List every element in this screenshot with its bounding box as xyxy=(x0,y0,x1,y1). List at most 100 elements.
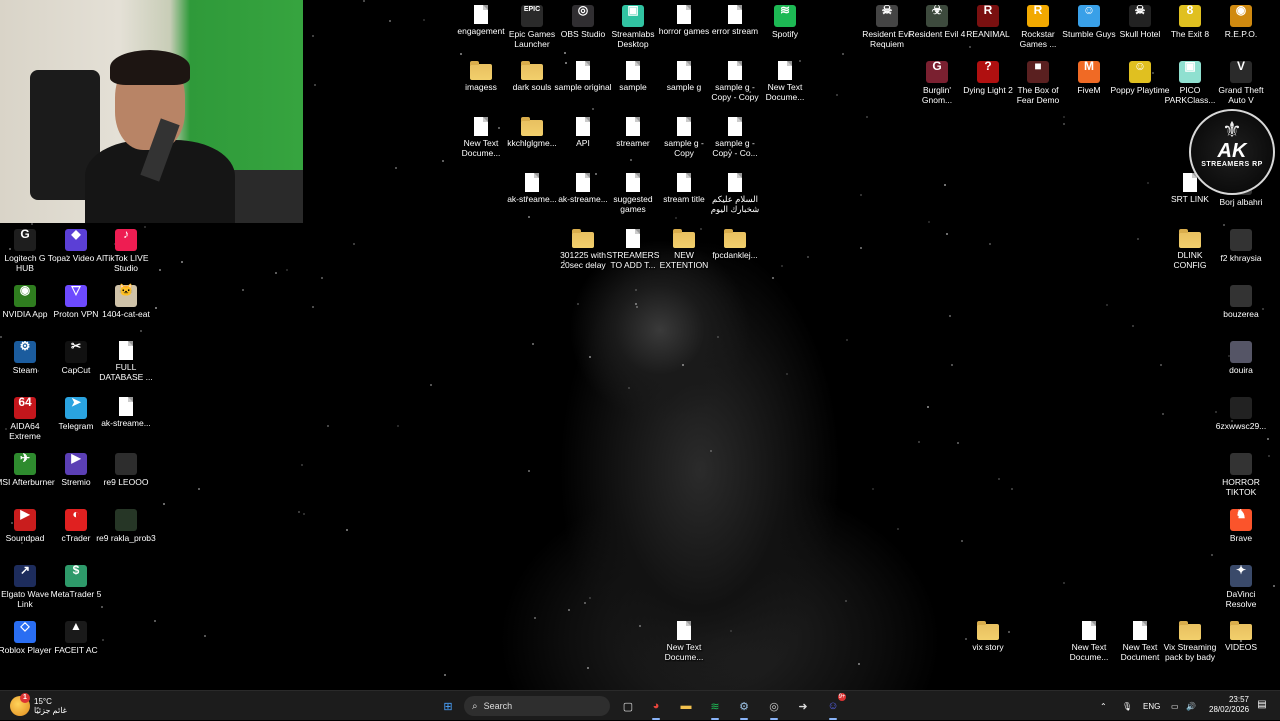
msi-icon: ✈ xyxy=(14,452,36,475)
star xyxy=(568,608,571,611)
star xyxy=(872,487,875,490)
clock[interactable]: 23:57 28/02/2026 xyxy=(1209,695,1249,715)
image-icon xyxy=(1230,453,1252,475)
star xyxy=(845,600,848,602)
topaz-icon: ◆ xyxy=(65,228,87,251)
desktop-icon[interactable]: sample g - Copy - Co... xyxy=(704,114,766,158)
desktop-icon[interactable]: New Text Docume... xyxy=(653,618,715,662)
rockstar-icon: R xyxy=(1027,4,1049,27)
star xyxy=(860,246,863,249)
steam-icon[interactable]: ⚙ xyxy=(734,696,754,720)
desktop-icon[interactable]: السلام عليكم شخبارك اليوم xyxy=(704,170,766,214)
network-icon[interactable]: ▭ xyxy=(1171,691,1179,721)
start-button[interactable]: ⊞ xyxy=(438,696,458,716)
star xyxy=(443,674,446,677)
star xyxy=(1062,123,1065,126)
desktop-icon[interactable]: f2 khraysia xyxy=(1210,226,1272,263)
star xyxy=(943,184,946,187)
obs-icon[interactable]: ◎ xyxy=(764,696,784,720)
star xyxy=(153,620,156,623)
image-icon xyxy=(115,453,137,475)
discord-badge: 9+ xyxy=(838,693,846,701)
task-view-icon[interactable]: ▢ xyxy=(618,696,638,716)
desktop-icon-label: bouzerea xyxy=(1223,309,1259,319)
ak-logo-subtitle: STREAMERS RP xyxy=(1201,161,1263,168)
notifications-icon[interactable]: ▤ xyxy=(1256,699,1268,711)
desktop-icon[interactable]: 🐱 1404-cat-eat xyxy=(95,282,157,319)
desktop: G Logitech G HUB ◆ Topaz Video AI ♪ TikTok LI… xyxy=(0,0,1280,690)
clock-date: 28/02/2026 xyxy=(1209,705,1250,714)
taskbar: 1 15°C غائم جزئيًا ⊞ ⌕ Search ▢ ◕ ▬ ≋ ⚙ … xyxy=(0,690,1280,720)
file-explorer-icon[interactable]: ▬ xyxy=(676,696,696,716)
image-icon xyxy=(115,509,137,531)
folder-icon xyxy=(470,61,492,80)
desktop-icon[interactable]: ♞ Brave xyxy=(1210,506,1272,543)
desktop-icon[interactable]: douira xyxy=(1210,338,1272,375)
desktop-icon[interactable]: fpcdanklej... xyxy=(704,226,766,260)
star xyxy=(275,271,278,274)
star xyxy=(1063,581,1066,584)
app-arrow-icon[interactable]: ➜ xyxy=(793,696,813,716)
star xyxy=(636,305,639,308)
desktop-icon[interactable]: FULL DATABASE ... xyxy=(95,338,157,382)
star xyxy=(1105,304,1108,307)
search-box[interactable]: ⌕ Search xyxy=(464,696,610,716)
star xyxy=(1159,364,1162,367)
file-icon xyxy=(626,117,640,136)
desktop-icon[interactable]: ♪ TikTok LIVE Studio xyxy=(95,226,157,273)
weather-temp: 15°C xyxy=(34,697,52,706)
desktop-icon[interactable]: bouzerea xyxy=(1210,282,1272,319)
file-icon xyxy=(778,61,792,80)
star xyxy=(586,667,589,670)
star xyxy=(311,35,314,38)
star xyxy=(951,363,954,366)
ak-logo-title: AK xyxy=(1217,140,1247,162)
desktop-icon[interactable]: ≋ Spotify xyxy=(754,2,816,39)
folder-icon xyxy=(977,621,999,640)
weather-widget[interactable]: 1 15°C غائم جزئيًا xyxy=(10,693,67,718)
star xyxy=(638,625,641,628)
desktop-icon[interactable]: $ MetaTrader 5 xyxy=(45,562,107,599)
star xyxy=(1131,324,1134,327)
desktop-icon[interactable]: re9 rakla_prob3 xyxy=(95,506,157,543)
spotify-icon-glyph: ≋ xyxy=(710,700,720,713)
desktop-icon[interactable]: 6zxwwsc29... xyxy=(1210,394,1272,431)
folder-icon xyxy=(521,117,543,136)
image-icon: 🐱 xyxy=(115,284,137,307)
tray-overflow-icon[interactable]: ⌃ xyxy=(1100,691,1107,721)
game-icon: ■ xyxy=(1027,60,1049,83)
spotify-icon[interactable]: ≋ xyxy=(705,696,725,720)
desktop-icon[interactable]: New Text Docume... xyxy=(754,58,816,102)
star xyxy=(314,84,317,87)
file-icon xyxy=(728,173,742,192)
language-indicator[interactable]: ENG xyxy=(1143,691,1160,721)
desktop-icon[interactable]: V Grand Theft Auto V xyxy=(1210,58,1272,105)
desktop-icon[interactable]: ▲ FACEIT AC xyxy=(45,618,107,655)
desktop-icon[interactable]: ◉ R.E.P.O. xyxy=(1210,2,1272,39)
desktop-icon[interactable]: ✦ DaVinci Resolve xyxy=(1210,562,1272,609)
desktop-icon-label: vix story xyxy=(972,642,1004,652)
microphone-icon[interactable]: 🎙 xyxy=(1122,691,1132,721)
desktop-icon-label: R.E.P.O. xyxy=(1224,29,1258,39)
file-icon xyxy=(728,61,742,80)
volume-icon[interactable]: 🔊 xyxy=(1186,691,1196,721)
discord-icon[interactable]: ☺ 9+ xyxy=(823,693,846,720)
star xyxy=(841,52,844,55)
desktop-icon[interactable]: vix story xyxy=(957,618,1019,652)
star xyxy=(1063,116,1066,119)
chrome-icon[interactable]: ◕ xyxy=(646,696,666,720)
epic-icon: EPIC xyxy=(521,5,543,27)
desktop-icon[interactable]: re9 LEOOO xyxy=(95,450,157,487)
search-icon: ⌕ xyxy=(472,700,478,712)
star xyxy=(563,52,566,55)
star xyxy=(627,386,630,389)
desktop-icon[interactable]: HORROR TIKTOK xyxy=(1210,450,1272,497)
desktop-icon[interactable]: ak-streame... xyxy=(95,394,157,428)
nvidia-icon: ◉ xyxy=(14,284,36,307)
file-icon xyxy=(474,117,488,136)
game-icon: ? xyxy=(977,60,999,83)
desktop-icon[interactable]: VIDEOS xyxy=(1210,618,1272,652)
star xyxy=(926,405,929,408)
star xyxy=(320,277,323,280)
star xyxy=(203,634,206,637)
